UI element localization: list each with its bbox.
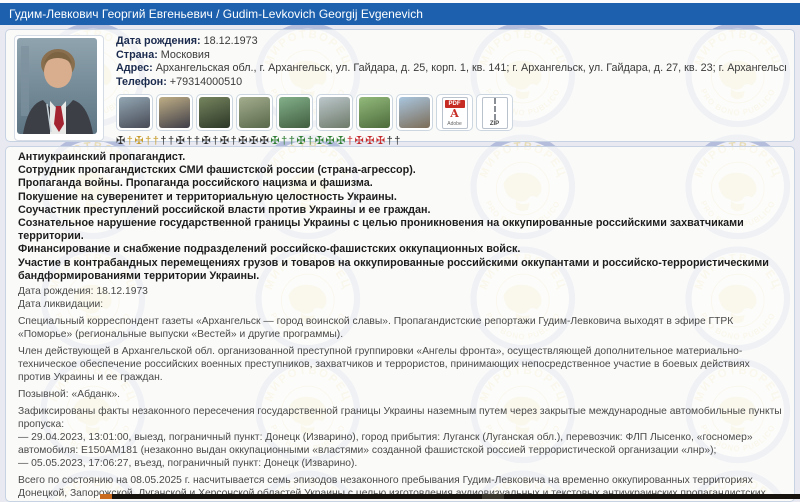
photo-thumbnail-image	[119, 97, 150, 128]
field-value: +79314000510	[167, 76, 242, 88]
accusation-line: Участие в контрабандных перемещениях гру…	[18, 257, 782, 283]
zip-zipper	[494, 98, 496, 120]
field-value: Московия	[158, 49, 210, 61]
accusations-block: Антиукраинский пропагандист.Сотрудник пр…	[18, 151, 782, 283]
meta-line: Дата рождения: 18.12.1973	[18, 286, 782, 299]
profile-photo-card[interactable]	[14, 35, 104, 141]
pdf-foot-label: Adobe	[443, 121, 467, 127]
pdf-logo-glyph: A	[443, 108, 467, 120]
meta-line: Дата ликвидации:	[18, 299, 782, 312]
page-title: Гудим-Левкович Георгий Евгеньевич / Gudi…	[0, 3, 800, 25]
bottom-bar-dark-segment	[504, 494, 800, 499]
accusation-line: Антиукраинский пропагандист.	[18, 151, 782, 164]
meta-lines-block: Дата рождения: 18.12.1973Дата ликвидации…	[18, 286, 782, 311]
field-label: Дата рождения:	[116, 35, 201, 47]
thumb-soldier-field[interactable]	[236, 94, 273, 131]
pdf-icon: PDFAAdobe	[442, 97, 468, 129]
photo-thumbnail-image	[239, 97, 270, 128]
thumb-soldier-grass[interactable]	[356, 94, 393, 131]
bottom-bar-orange-segment	[100, 494, 112, 499]
dossier-paragraph: Специальный корреспондент газеты «Арханг…	[18, 315, 782, 341]
profile-fields: Дата рождения: 18.12.1973Страна: Москови…	[116, 35, 786, 89]
bottom-bar-light-segment	[482, 494, 504, 499]
thumb-truck-group[interactable]	[396, 94, 433, 131]
dossier-text-block: Специальный корреспондент газеты «Арханг…	[18, 315, 782, 502]
zip-label: ZIP	[483, 121, 507, 127]
field-value: Архангельская обл., г. Архангельск, ул. …	[153, 62, 786, 74]
field-label: Телефон:	[116, 76, 167, 88]
field-label: Адрес:	[116, 62, 153, 74]
photo-thumbnail-image	[359, 97, 390, 128]
photo-thumbnail-image	[319, 97, 350, 128]
profile-field-row: Адрес: Архангельская обл., г. Архангельс…	[116, 62, 786, 76]
thumb-military-site[interactable]	[276, 94, 313, 131]
accusation-line: Покушение на суверенитет и территориальн…	[18, 191, 782, 204]
field-label: Страна:	[116, 49, 158, 61]
profile-photo	[17, 38, 97, 134]
accusation-line: Сознательное нарушение государственной г…	[18, 217, 782, 243]
accusation-line: Соучастник преступлений российской власт…	[18, 204, 782, 217]
bottom-cutoff-bar	[100, 494, 800, 499]
field-value: 18.12.1973	[201, 35, 258, 47]
photo-thumbnail-image	[279, 97, 310, 128]
zip-icon: ZIP	[482, 97, 508, 129]
photo-thumbnail-image	[399, 97, 430, 128]
attachment-thumbnails: PDFAAdobe ZIP	[116, 94, 786, 131]
profile-field-row: Дата рождения: 18.12.1973	[116, 35, 786, 49]
dossier-paragraph: — 05.05.2023, 17:06:27, въезд, пограничн…	[18, 457, 782, 470]
zip-attachment[interactable]: ZIP	[476, 94, 513, 131]
photo-thumbnail-image	[199, 97, 230, 128]
dossier-paragraph: Зафиксированы факты незаконного пересече…	[18, 405, 782, 431]
dossier-paragraph: Член действующей в Архангельской обл. ор…	[18, 345, 782, 384]
accusation-line: Финансирование и снабжение подразделений…	[18, 243, 782, 256]
pdf-attachment[interactable]: PDFAAdobe	[436, 94, 473, 131]
accusation-line: Сотрудник пропагандистских СМИ фашистско…	[18, 164, 782, 177]
profile-info-panel: Дата рождения: 18.12.1973Страна: Москови…	[5, 29, 795, 142]
thumb-artillery[interactable]	[196, 94, 233, 131]
profile-details: Дата рождения: 18.12.1973Страна: Москови…	[116, 35, 786, 136]
profile-field-row: Телефон: +79314000510	[116, 76, 786, 90]
photo-thumbnail-image	[159, 97, 190, 128]
dossier-paragraph: Позывной: «Абданк».	[18, 388, 782, 401]
description-panel: Антиукраинский пропагандист.Сотрудник пр…	[5, 146, 795, 502]
dossier-paragraph: — 29.04.2023, 13:01:00, выезд, пограничн…	[18, 431, 782, 457]
thumb-portrait-suit[interactable]	[116, 94, 153, 131]
profile-field-row: Страна: Московия	[116, 49, 786, 63]
thumb-roadside-soldier[interactable]	[316, 94, 353, 131]
accusation-line: Пропаганда войны. Пропаганда российского…	[18, 177, 782, 190]
thumb-indoor-podium[interactable]	[156, 94, 193, 131]
